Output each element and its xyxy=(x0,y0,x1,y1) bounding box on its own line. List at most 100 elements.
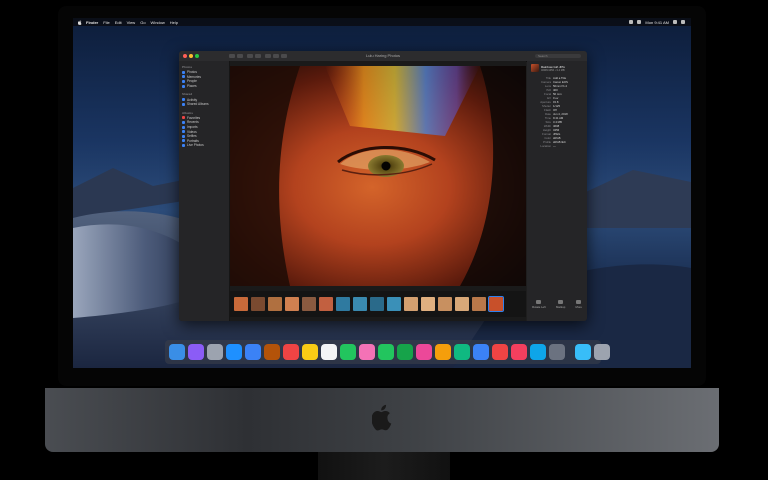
sidebar-item-places[interactable]: Places xyxy=(179,84,229,89)
calendar-icon[interactable] xyxy=(283,344,299,360)
info-value: — xyxy=(553,144,556,148)
import-icon xyxy=(182,125,185,129)
contacts-icon[interactable] xyxy=(264,344,280,360)
numbers-icon[interactable] xyxy=(454,344,470,360)
menu-window[interactable]: Window xyxy=(151,20,165,25)
thumbnail[interactable] xyxy=(472,297,486,311)
preferences-icon[interactable] xyxy=(549,344,565,360)
menu-bar: Finder File Edit View Go Window Help Mon… xyxy=(73,18,691,26)
imac-stand xyxy=(318,452,450,480)
trash-icon[interactable] xyxy=(594,344,610,360)
safari-icon[interactable] xyxy=(226,344,242,360)
launchpad-icon[interactable] xyxy=(207,344,223,360)
menu-edit[interactable]: Edit xyxy=(115,20,122,25)
info-row: Location — xyxy=(527,144,587,148)
menu-view[interactable]: View xyxy=(127,20,136,25)
heart-icon xyxy=(182,116,185,120)
downloads-icon[interactable] xyxy=(575,344,591,360)
sidebar-item-label: Shared Albums xyxy=(187,102,209,107)
more-button[interactable]: More xyxy=(575,299,582,309)
notes-icon[interactable] xyxy=(302,344,318,360)
sidebar-item-label: People xyxy=(187,79,197,84)
window-title: Lulu Haring Photos xyxy=(365,53,401,58)
rotate-icon xyxy=(536,299,542,304)
photos-icon[interactable] xyxy=(359,344,375,360)
thumbnail[interactable] xyxy=(302,297,316,311)
main-photo[interactable] xyxy=(230,66,526,286)
thumbnail[interactable] xyxy=(387,297,401,311)
rotate-left-button[interactable]: Rotate Left xyxy=(532,299,546,309)
thumbnail[interactable] xyxy=(455,297,469,311)
reminders-icon[interactable] xyxy=(321,344,337,360)
photos-icon xyxy=(182,70,185,74)
portrait-icon xyxy=(182,139,185,143)
filmstrip xyxy=(230,291,526,317)
thumbnail[interactable] xyxy=(370,297,384,311)
sidebar-item-label: Memories xyxy=(187,74,201,79)
info-panel: Rainbow Girl.JPG 4608×3456 • 3.4 MB Titl… xyxy=(527,61,587,321)
notification-center-icon[interactable] xyxy=(681,20,685,24)
menu-file[interactable]: File xyxy=(103,20,109,25)
menu-app-name[interactable]: Finder xyxy=(86,20,98,25)
appstore-icon[interactable] xyxy=(530,344,546,360)
sidebar-item-label: Selfies xyxy=(187,134,197,139)
sidebar-item-shared-albums[interactable]: Shared Albums xyxy=(179,102,229,107)
sidebar-item-label: Live Photos xyxy=(187,143,204,148)
info-key: Location xyxy=(540,144,551,148)
thumbnail[interactable] xyxy=(251,297,265,311)
sidebar-item-live-photos[interactable]: Live Photos xyxy=(179,143,229,148)
thumbnail[interactable] xyxy=(336,297,350,311)
siri-icon[interactable] xyxy=(188,344,204,360)
thumbnail[interactable] xyxy=(404,297,418,311)
sidebar-item-label: Portraits xyxy=(187,138,199,143)
dock xyxy=(165,340,610,364)
info-title: Rainbow Girl.JPG xyxy=(541,64,565,69)
sidebar-heading-photos: Photos xyxy=(182,65,193,69)
thumbnail[interactable] xyxy=(353,297,367,311)
itunes-icon[interactable] xyxy=(416,344,432,360)
maps-icon[interactable] xyxy=(340,344,356,360)
finder-icon[interactable] xyxy=(169,344,185,360)
menu-clock[interactable]: Mon 9:41 AM xyxy=(645,20,669,25)
search-input[interactable]: Search xyxy=(535,54,581,58)
thumbnail[interactable] xyxy=(421,297,435,311)
battery-icon[interactable] xyxy=(637,20,642,24)
spotlight-icon[interactable] xyxy=(673,20,677,24)
selfie-icon xyxy=(182,134,185,138)
video-icon xyxy=(182,130,185,134)
more-icon xyxy=(576,299,582,304)
thumbnail[interactable] xyxy=(319,297,333,311)
photos-window: Lulu Haring Photos Search Photos Photos … xyxy=(179,51,587,321)
books-icon[interactable] xyxy=(435,344,451,360)
places-icon xyxy=(182,84,185,88)
menu-help[interactable]: Help xyxy=(170,20,178,25)
thumbnail[interactable] xyxy=(234,297,248,311)
clock-icon xyxy=(182,120,185,124)
music-icon[interactable] xyxy=(511,344,527,360)
mail-icon[interactable] xyxy=(245,344,261,360)
news-icon[interactable] xyxy=(492,344,508,360)
info-subtitle: 4608×3456 • 3.4 MB xyxy=(541,68,565,72)
desktop-screen: Finder File Edit View Go Window Help Mon… xyxy=(73,18,691,368)
apple-menu-icon[interactable] xyxy=(78,19,82,25)
sidebar-item-label: Photos xyxy=(187,70,197,75)
thumbnail[interactable] xyxy=(268,297,282,311)
sidebar-item-label: Activity xyxy=(187,97,198,102)
keynote-icon[interactable] xyxy=(473,344,489,360)
sidebar-item-label: Favorites xyxy=(187,115,201,120)
thumbnail[interactable] xyxy=(438,297,452,311)
messages-icon[interactable] xyxy=(378,344,394,360)
action-label: Markup xyxy=(555,304,566,309)
sidebar: Photos Photos Memories People Places Sha… xyxy=(179,61,230,321)
facetime-icon[interactable] xyxy=(397,344,413,360)
action-label: More xyxy=(575,304,582,309)
photo-viewer xyxy=(230,61,526,321)
markup-button[interactable]: Markup xyxy=(555,299,566,309)
sidebar-heading-shared: Shared xyxy=(182,92,193,97)
shared-albums-icon xyxy=(182,102,185,106)
thumbnail-selected[interactable] xyxy=(488,296,504,312)
thumbnail[interactable] xyxy=(285,297,299,311)
sidebar-item-label: Recents xyxy=(187,120,199,125)
wifi-icon[interactable] xyxy=(629,20,634,24)
menu-go[interactable]: Go xyxy=(140,20,145,25)
